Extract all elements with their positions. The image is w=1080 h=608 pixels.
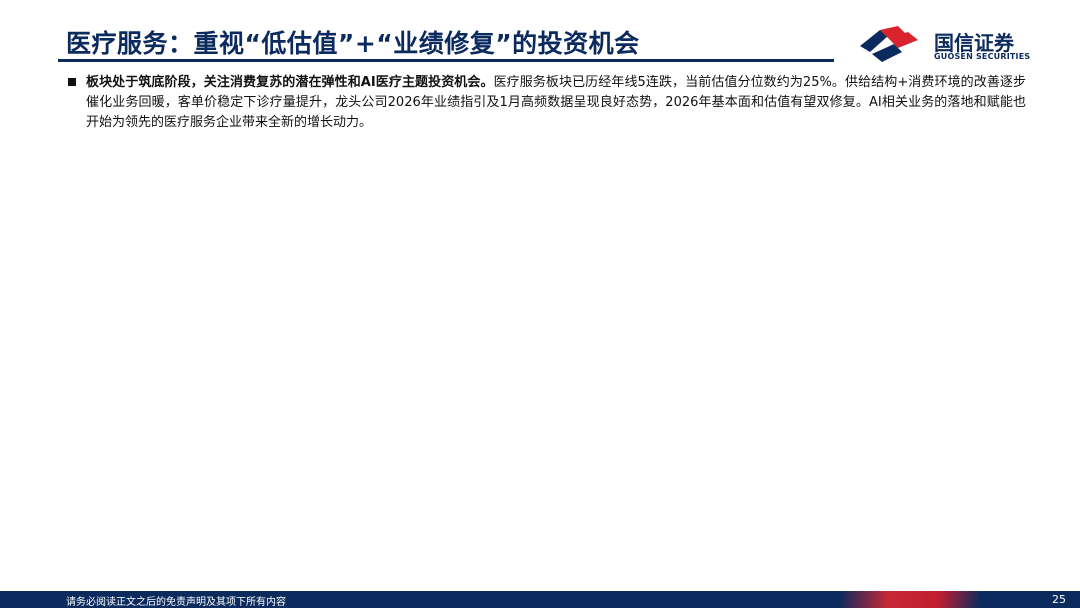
footer-disclaimer: 请务必阅读正文之后的免责声明及其项下所有内容 [66,597,286,608]
bullet-lead: 板块处于筑底阶段，关注消费复苏的潜在弹性和AI医疗主题投资机会。 [86,75,494,90]
footer-accent [840,591,980,608]
square-bullet-icon [68,78,76,86]
brand-logo: 国信证券 GUOSEN SECURITIES [858,24,1048,64]
logo-text-en: GUOSEN SECURITIES [934,52,1031,61]
title-rule [58,59,834,62]
bullet-item: 板块处于筑底阶段，关注消费复苏的潜在弹性和AI医疗主题投资机会。医疗服务板块已历… [66,73,1026,133]
page-title: 医疗服务：重视“低估值”+“业绩修复”的投资机会 [66,29,640,58]
footer-bar: 请务必阅读正文之后的免责声明及其项下所有内容 25 [0,591,1080,608]
bullet-paragraph: 板块处于筑底阶段，关注消费复苏的潜在弹性和AI医疗主题投资机会。医疗服务板块已历… [86,73,1026,133]
page-number: 25 [1052,593,1066,606]
guosen-logo-icon [860,26,918,62]
content-area: 板块处于筑底阶段，关注消费复苏的潜在弹性和AI医疗主题投资机会。医疗服务板块已历… [66,73,1026,133]
